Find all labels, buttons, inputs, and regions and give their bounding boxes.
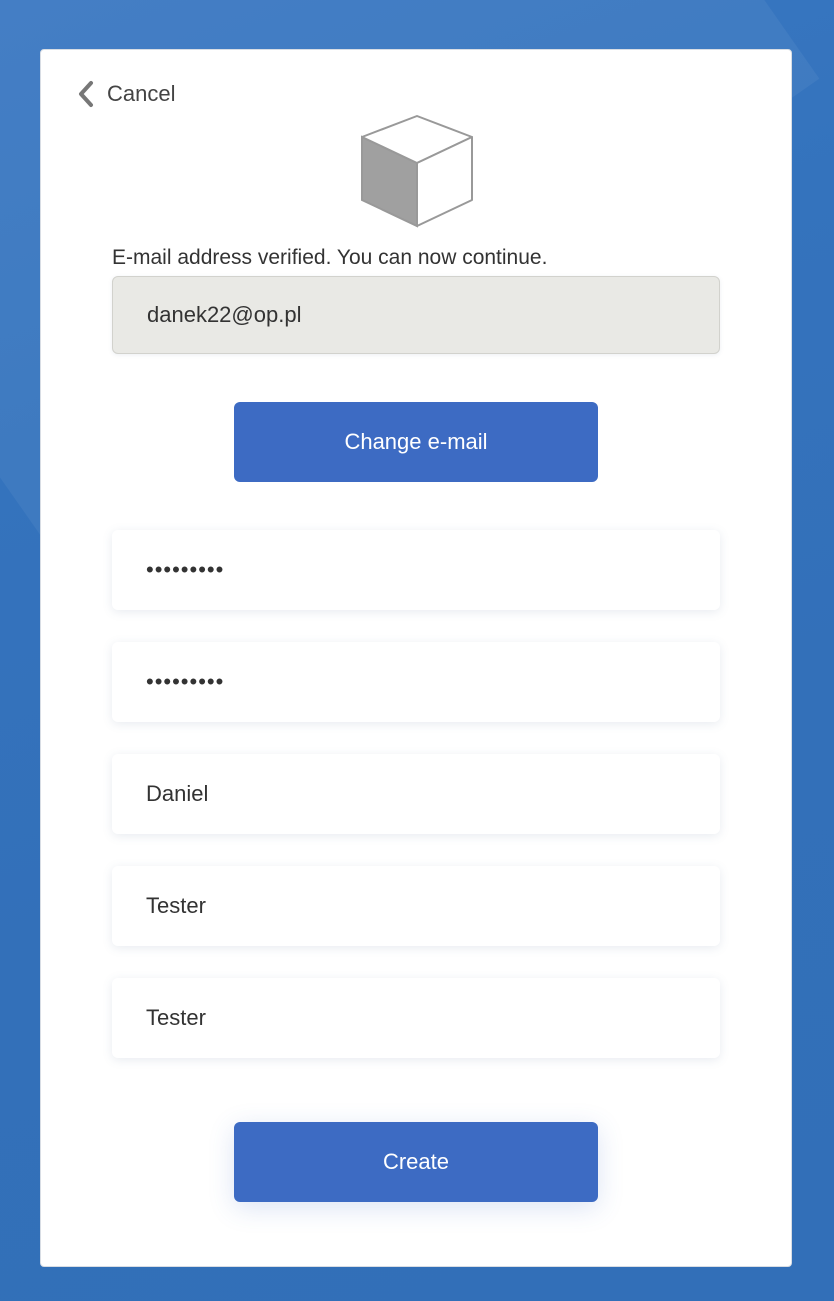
create-button[interactable]: Create <box>234 1122 598 1202</box>
surname-value: Tester <box>146 1005 206 1030</box>
change-email-label: Change e-mail <box>344 429 488 454</box>
given-name-value: Tester <box>146 893 206 918</box>
signup-card: Cancel E-mail address verified. You can … <box>40 49 792 1267</box>
cancel-button[interactable]: Cancel <box>77 80 175 108</box>
create-label: Create <box>382 1149 450 1174</box>
verification-status-message: E-mail address verified. You can now con… <box>112 246 548 269</box>
password-value: ••••••••• <box>146 557 225 582</box>
email-value: danek22@op.pl <box>147 302 302 327</box>
display-name-field[interactable]: Daniel <box>112 754 720 834</box>
confirm-password-value: ••••••••• <box>146 669 225 694</box>
chevron-left-icon <box>79 81 93 107</box>
display-name-value: Daniel <box>146 781 209 806</box>
password-field[interactable]: ••••••••• <box>112 530 720 610</box>
confirm-password-field[interactable]: ••••••••• <box>112 642 720 722</box>
email-field[interactable]: danek22@op.pl <box>112 276 720 354</box>
cube-icon <box>361 115 473 228</box>
cancel-label: Cancel <box>107 81 176 106</box>
change-email-button[interactable]: Change e-mail <box>234 402 598 482</box>
surname-field[interactable]: Tester <box>112 978 720 1058</box>
given-name-field[interactable]: Tester <box>112 866 720 946</box>
